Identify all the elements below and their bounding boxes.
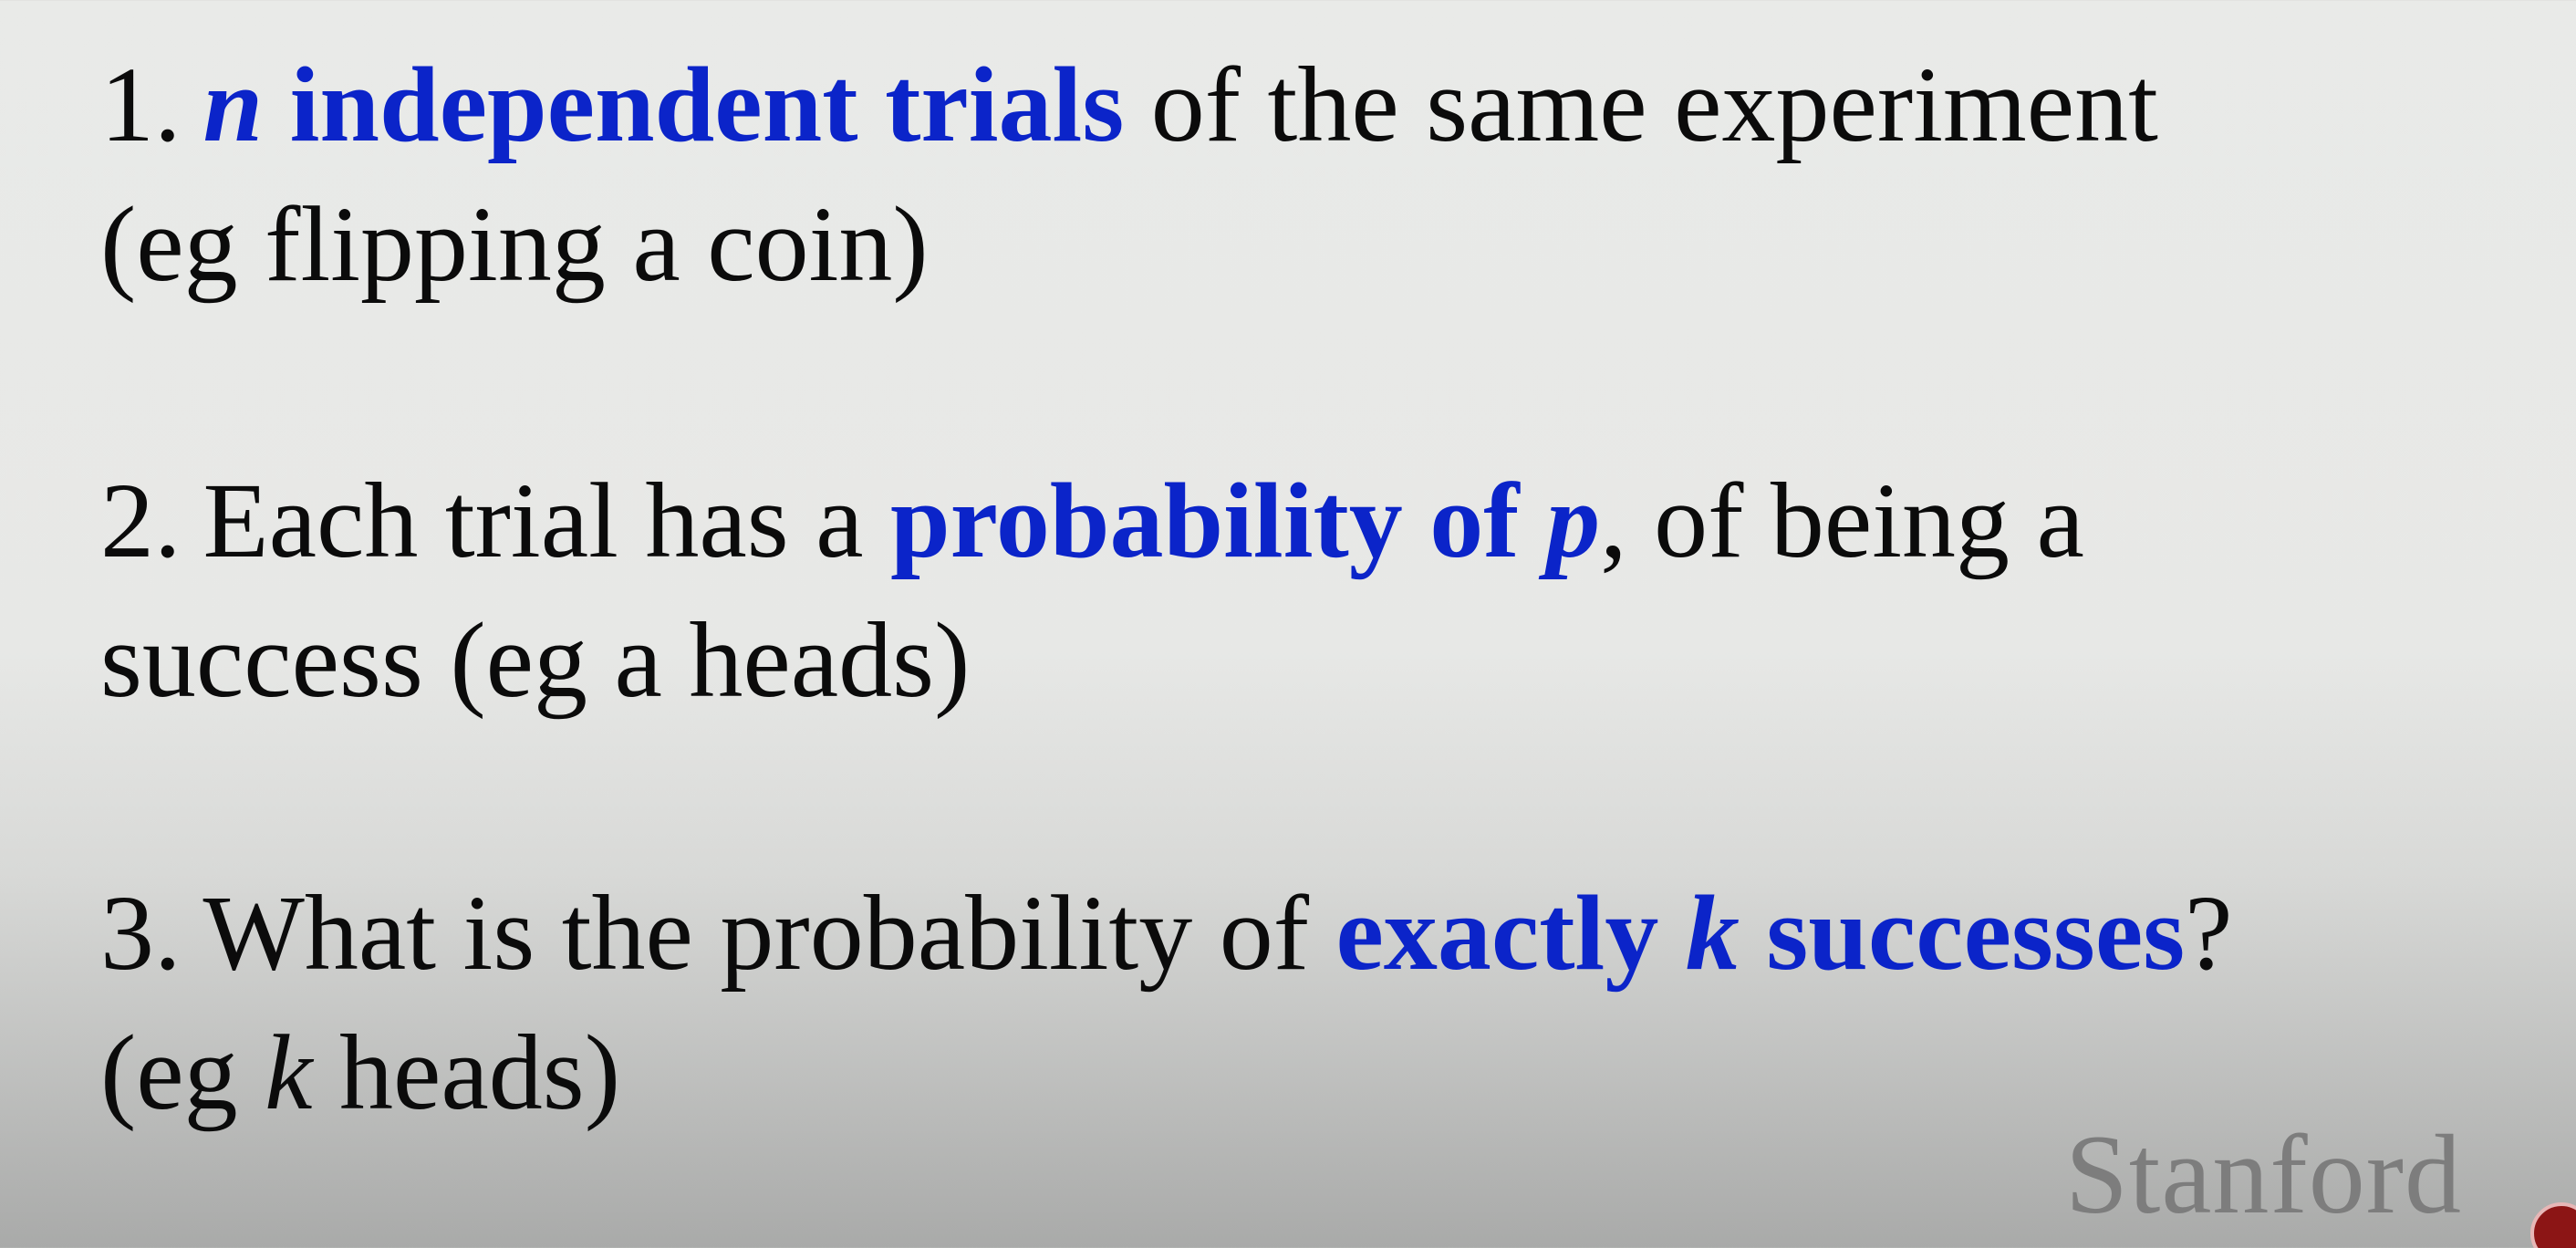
item-1-rest: of the same experiment	[1124, 45, 2158, 164]
item-2-highlight: probability of	[890, 461, 1547, 580]
item-3-variable-k: k	[1685, 873, 1740, 993]
item-1-highlight: independent trials	[263, 45, 1125, 164]
item-2-lead: Each trial has a	[203, 461, 891, 580]
list-item-3: 3. What is the probability of exactly k s…	[100, 863, 2233, 1142]
item-1-line-2: (eg flipping a coin)	[100, 184, 929, 304]
item-1-variable-n: n	[203, 45, 264, 164]
item-2-line-2: success (eg a heads)	[100, 600, 971, 720]
item-2-number: 2.	[100, 461, 182, 580]
stanford-logo: Stanford	[2064, 1112, 2462, 1237]
item-3-line-2-lead: (eg	[100, 1013, 265, 1132]
item-3-highlight-a: exactly	[1335, 873, 1686, 993]
list-item-2: 2. Each trial has a probability of p, of …	[100, 451, 2084, 730]
slide: 1. n independent trials of the same exper…	[0, 0, 2576, 1248]
item-3-highlight-b: successes	[1739, 873, 2186, 993]
item-3-line-2-rest: heads)	[312, 1013, 621, 1132]
item-3-line-2: (eg k heads)	[100, 1003, 2233, 1142]
item-2-line-1: 2. Each trial has a probability of p, of …	[100, 451, 2084, 590]
item-3-rest: ?	[2185, 873, 2233, 993]
item-2-rest: , of being a	[1600, 461, 2084, 580]
item-3-line-1: 3. What is the probability of exactly k s…	[100, 863, 2233, 1003]
item-1-line-1: 1. n independent trials of the same exper…	[100, 35, 2158, 174]
item-3-line-2-variable-k: k	[265, 1013, 313, 1132]
item-1-number: 1.	[100, 45, 182, 164]
stanford-seal-icon	[2530, 1202, 2576, 1248]
list-item-1: 1. n independent trials of the same exper…	[100, 35, 2158, 314]
item-3-lead: What is the probability of	[203, 873, 1336, 993]
item-3-number: 3.	[100, 873, 182, 993]
item-2-variable-p: p	[1546, 461, 1601, 580]
